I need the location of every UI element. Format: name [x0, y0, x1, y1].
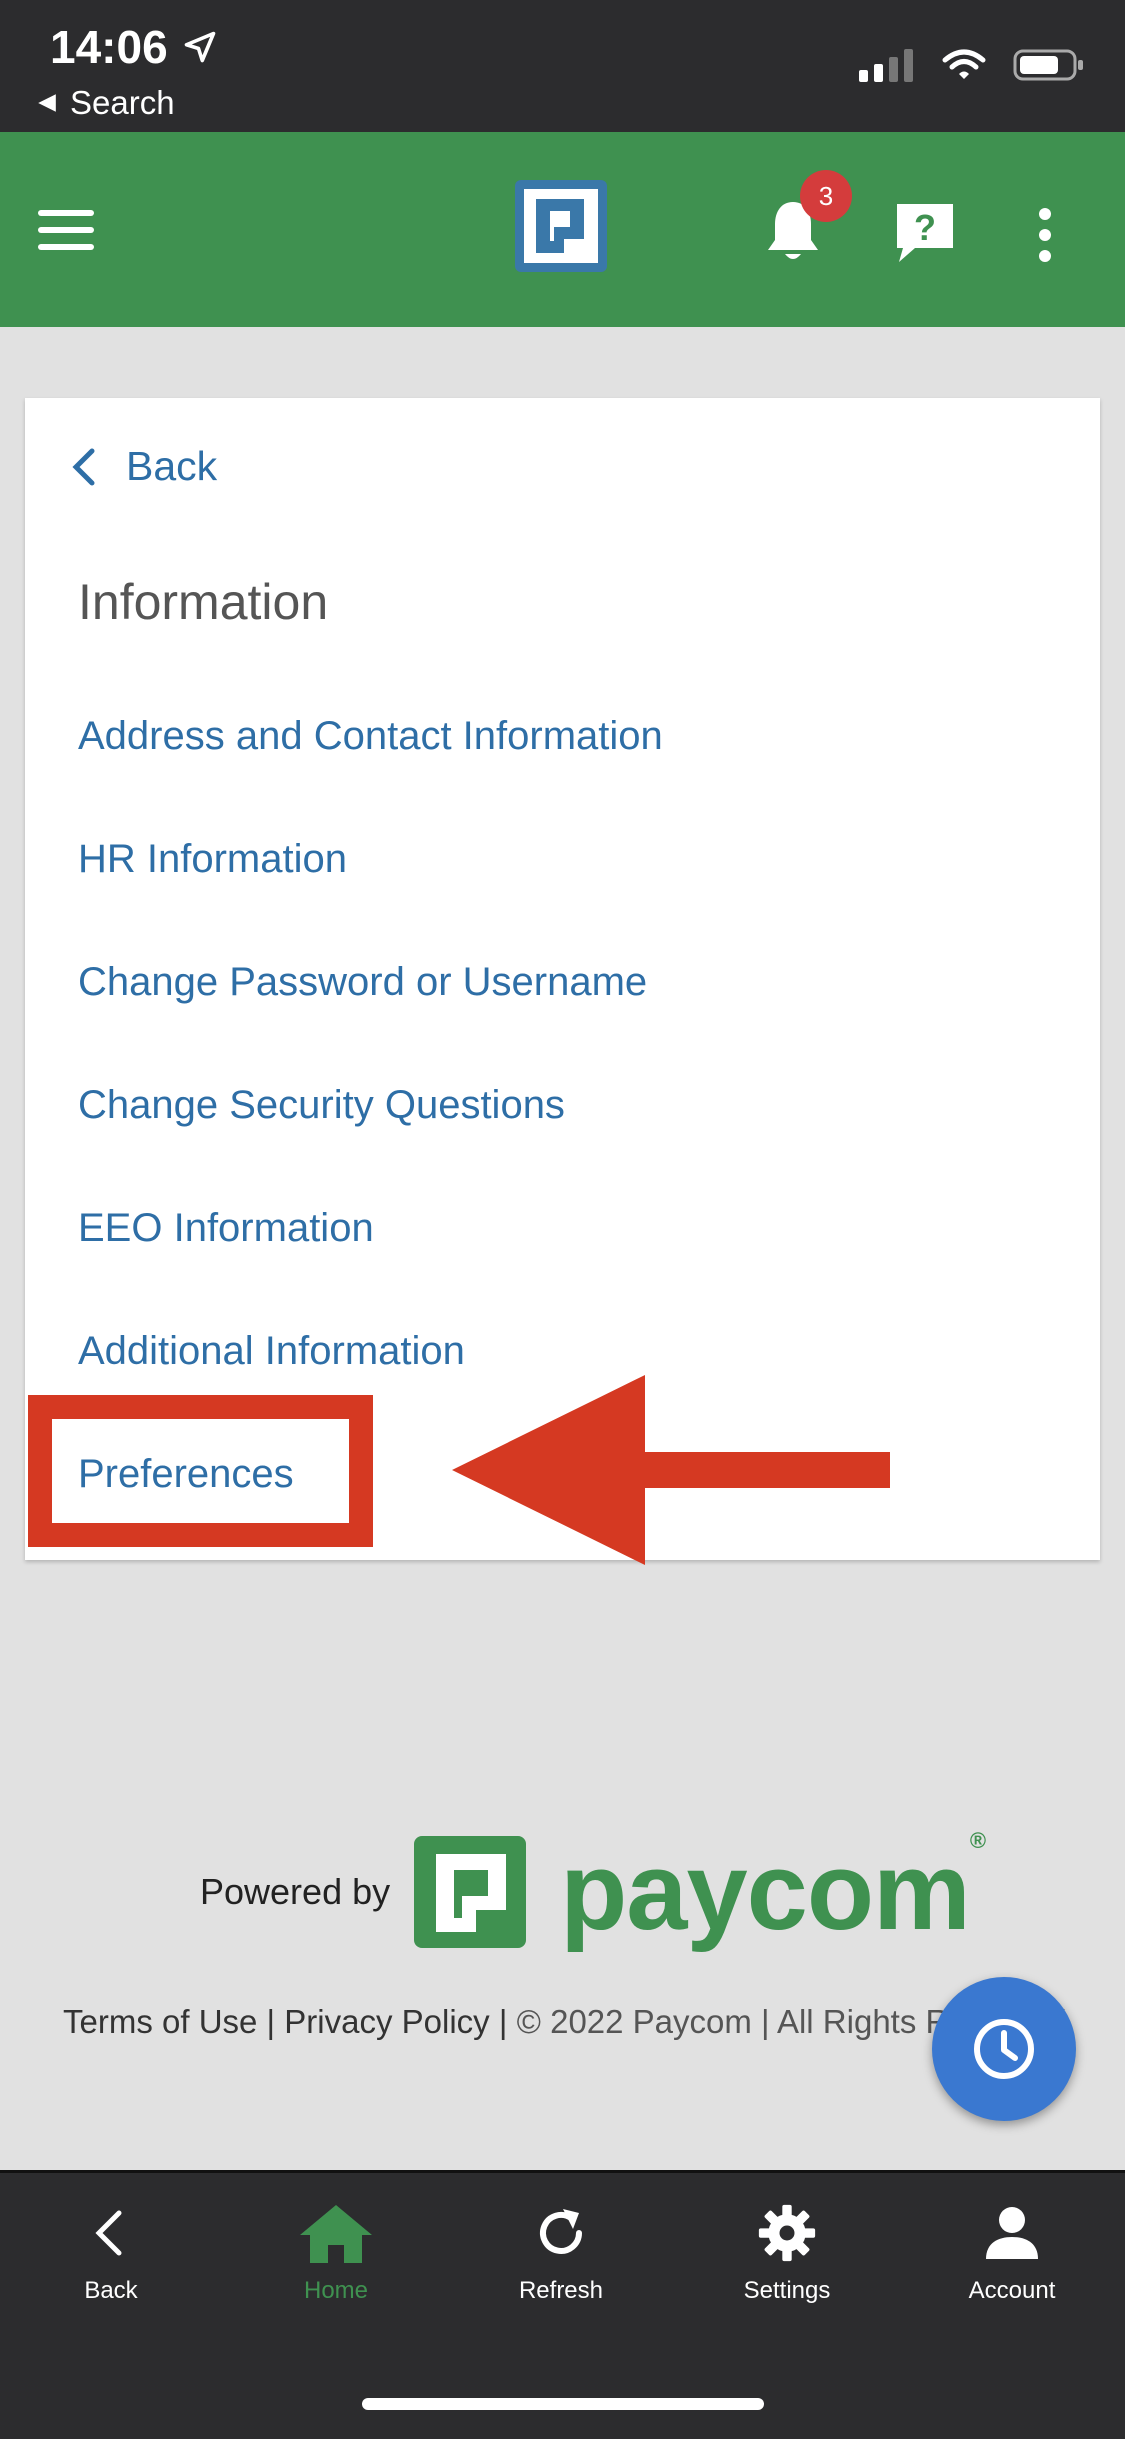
- powered-by-text: Powered by: [200, 1870, 391, 1912]
- clock-icon: [974, 2019, 1034, 2079]
- clock-text: 14:06: [50, 21, 168, 73]
- menu-item-additional-information[interactable]: Additional Information: [78, 1329, 465, 1374]
- menu-item-security-questions[interactable]: Change Security Questions: [78, 1083, 565, 1128]
- annotation-arrow-icon: [452, 1375, 890, 1565]
- privacy-policy-link[interactable]: Privacy Policy: [284, 2003, 489, 2040]
- wifi-icon: [942, 49, 986, 79]
- nav-refresh-label: Refresh: [518, 2277, 604, 2304]
- home-indicator[interactable]: [362, 2398, 764, 2410]
- nav-settings[interactable]: Settings: [697, 2203, 877, 2305]
- status-time: 14:06: [50, 20, 218, 74]
- refresh-icon: [540, 2209, 582, 2254]
- nav-home[interactable]: Home: [246, 2203, 426, 2305]
- more-options-icon[interactable]: [1036, 208, 1054, 262]
- nav-account-label: Account: [968, 2277, 1056, 2304]
- nav-account[interactable]: Account: [922, 2203, 1102, 2305]
- back-arrow-icon: [95, 2210, 122, 2256]
- account-person-icon: [986, 2207, 1038, 2259]
- annotation-highlight-box: [28, 1395, 373, 1547]
- home-icon: [300, 2205, 372, 2263]
- location-arrow-icon: [184, 31, 215, 63]
- terms-of-use-link[interactable]: Terms of Use: [63, 2003, 257, 2040]
- battery-icon: [1013, 49, 1083, 81]
- powered-by: Powered by paycom®: [200, 1828, 986, 1955]
- return-to-search[interactable]: Search: [36, 84, 175, 122]
- return-label: Search: [70, 84, 175, 121]
- back-link-label: Back: [126, 443, 218, 489]
- menu-item-eeo-information[interactable]: EEO Information: [78, 1206, 374, 1251]
- paycom-wordmark: paycom®: [560, 1828, 986, 1953]
- back-link[interactable]: Back: [70, 443, 217, 490]
- page-title: Information: [78, 574, 329, 630]
- nav-back-label: Back: [84, 2277, 138, 2304]
- paycom-logo-icon[interactable]: [515, 180, 607, 272]
- nav-settings-label: Settings: [743, 2277, 831, 2304]
- app-header: 3 ?: [0, 132, 1125, 327]
- menu-item-hr-information[interactable]: HR Information: [78, 837, 347, 882]
- notification-badge: 3: [800, 170, 852, 222]
- status-bar: 14:06 Search: [0, 0, 1125, 132]
- hamburger-menu-icon[interactable]: [38, 210, 94, 250]
- paycom-mark-icon: [414, 1835, 527, 1948]
- clock-fab-button[interactable]: [932, 1977, 1076, 2121]
- nav-back[interactable]: Back: [21, 2203, 201, 2305]
- back-triangle-icon: [38, 94, 56, 112]
- gear-icon: [758, 2204, 816, 2262]
- nav-refresh[interactable]: Refresh: [471, 2203, 651, 2305]
- svg-text:?: ?: [914, 207, 936, 248]
- help-icon[interactable]: ?: [893, 200, 957, 264]
- menu-item-address-contact[interactable]: Address and Contact Information: [78, 714, 663, 759]
- signal-icon: [859, 49, 913, 82]
- status-icons: [859, 48, 1085, 82]
- nav-home-label: Home: [303, 2277, 369, 2304]
- footer-links: Terms of Use | Privacy Policy | © 2022 P…: [63, 2003, 1067, 2040]
- menu-item-change-password[interactable]: Change Password or Username: [78, 960, 647, 1005]
- chevron-left-icon: [72, 448, 95, 485]
